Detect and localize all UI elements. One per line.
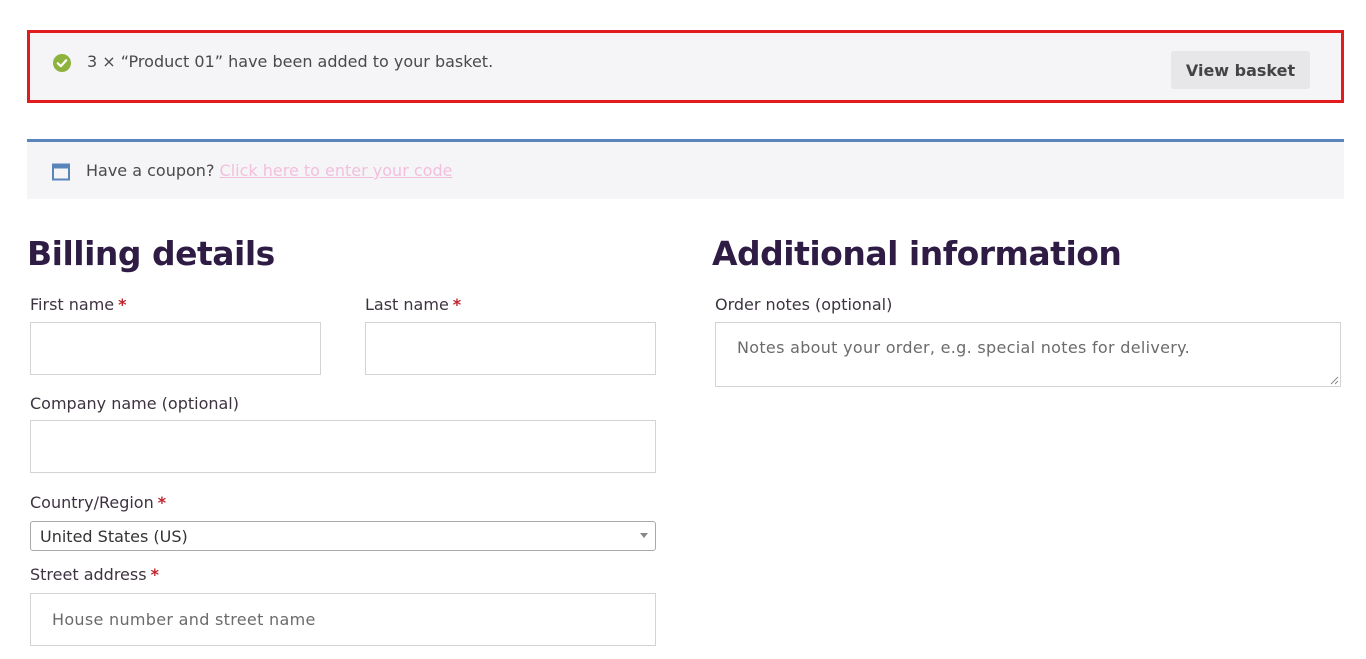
first-name-input[interactable] — [30, 322, 321, 375]
company-name-label: Company name (optional) — [30, 394, 239, 413]
coupon-bar: Have a coupon? Click here to enter your … — [27, 139, 1344, 199]
country-selected-value: United States (US) — [40, 527, 188, 546]
company-name-input[interactable] — [30, 420, 656, 473]
additional-information-title: Additional information — [712, 234, 1122, 273]
street-address-label: Street address * — [30, 565, 159, 584]
view-basket-button[interactable]: View basket — [1171, 51, 1310, 89]
country-region-select[interactable]: United States (US) — [30, 521, 656, 551]
country-region-required-mark: * — [157, 493, 167, 512]
first-name-label: First name * — [30, 295, 127, 314]
street-address-required-mark: * — [150, 565, 159, 584]
street-address-label-text: Street address — [30, 565, 147, 584]
last-name-input[interactable] — [365, 322, 656, 375]
street-address-input[interactable] — [30, 593, 656, 646]
billing-details-title: Billing details — [27, 234, 275, 273]
coupon-question: Have a coupon? — [86, 161, 215, 180]
first-name-required-mark: * — [118, 295, 127, 314]
dropdown-arrow-icon — [640, 533, 648, 538]
check-circle-icon — [53, 54, 71, 72]
order-notes-textarea[interactable] — [715, 322, 1341, 387]
first-name-label-text: First name — [30, 295, 115, 314]
country-region-label-text: Country/Region — [30, 493, 154, 512]
enter-coupon-link[interactable]: Click here to enter your code — [220, 161, 453, 180]
coupon-text: Have a coupon? Click here to enter your … — [86, 161, 452, 180]
last-name-label: Last name * — [365, 295, 461, 314]
basket-notice: 3 × “Product 01” have been added to your… — [27, 30, 1344, 103]
last-name-label-text: Last name — [365, 295, 449, 314]
country-region-label: Country/Region * — [30, 493, 166, 512]
notice-message: 3 × “Product 01” have been added to your… — [87, 52, 494, 71]
calendar-icon — [52, 163, 70, 181]
order-notes-label: Order notes (optional) — [715, 295, 893, 314]
resize-grip-icon[interactable] — [1330, 376, 1339, 385]
last-name-required-mark: * — [452, 295, 462, 314]
